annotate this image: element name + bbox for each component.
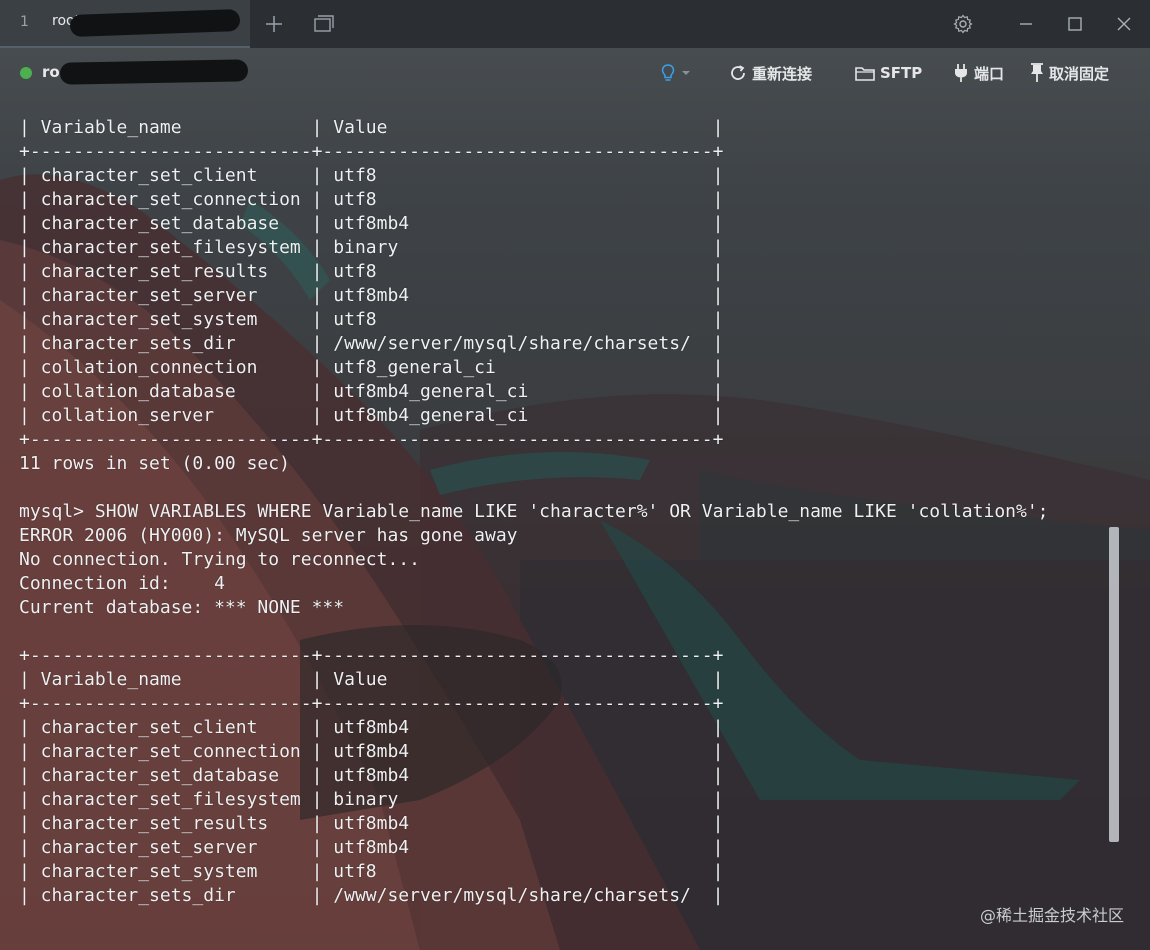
terminal-line: +--------------------------+------------… bbox=[19, 141, 724, 162]
terminal-line: | character_set_server | utf8mb4 | bbox=[19, 837, 724, 858]
terminal-line: | character_set_filesystem | binary | bbox=[19, 237, 724, 258]
watermark: @稀土掘金技术社区 bbox=[979, 906, 1124, 925]
terminal-line: | Variable_name | Value | bbox=[19, 669, 724, 690]
terminal-line: Connection id: 4 bbox=[19, 573, 225, 594]
plug-icon bbox=[955, 64, 967, 82]
sftp-button[interactable]: SFTP bbox=[855, 61, 922, 85]
maximize-button[interactable] bbox=[1059, 8, 1091, 40]
window-stack-icon bbox=[314, 15, 334, 32]
terminal-line: | collation_server | utf8mb4_general_ci … bbox=[19, 405, 724, 426]
close-icon bbox=[1117, 17, 1131, 31]
close-button[interactable] bbox=[1108, 8, 1140, 40]
plus-icon bbox=[266, 16, 282, 32]
terminal-window: 1 root@ us:~ root@1 bbox=[0, 0, 1150, 950]
terminal-line: | character_set_system | utf8 | bbox=[19, 861, 724, 882]
terminal-line: | character_set_connection | utf8mb4 | bbox=[19, 741, 724, 762]
chevron-down-icon bbox=[682, 71, 690, 75]
terminal-line: | character_set_server | utf8mb4 | bbox=[19, 285, 724, 306]
tab-index: 1 bbox=[20, 14, 29, 30]
terminal-line: | character_set_results | utf8 | bbox=[19, 261, 724, 282]
terminal-line: +--------------------------+------------… bbox=[19, 645, 724, 666]
port-label: 端口 bbox=[974, 64, 1005, 83]
reconnect-label: 重新连接 bbox=[752, 64, 813, 83]
terminal-line: | character_set_filesystem | binary | bbox=[19, 789, 724, 810]
sftp-label: SFTP bbox=[880, 64, 923, 82]
terminal-line: | Variable_name | Value | bbox=[19, 117, 724, 138]
maximize-icon bbox=[1068, 17, 1082, 31]
session-toolbar: root@1 重新连接 SFTP 端口 取消固定 bbox=[0, 48, 1150, 98]
hint-button[interactable] bbox=[660, 61, 691, 85]
title-bar: 1 root@ us:~ bbox=[0, 0, 1150, 48]
terminal-line: 11 rows in set (0.00 sec) bbox=[19, 453, 290, 474]
terminal-line: +--------------------------+------------… bbox=[19, 693, 724, 714]
port-button[interactable]: 端口 bbox=[953, 61, 1004, 85]
terminal-line: | collation_connection | utf8_general_ci… bbox=[19, 357, 724, 378]
pin-icon bbox=[1031, 63, 1043, 82]
gear-icon bbox=[953, 14, 973, 34]
tab-list-button[interactable] bbox=[308, 8, 340, 40]
terminal-line: | collation_database | utf8mb4_general_c… bbox=[19, 381, 724, 402]
redaction-mark bbox=[59, 59, 249, 85]
terminal-line: ERROR 2006 (HY000): MySQL server has gon… bbox=[19, 525, 518, 546]
terminal-line: | character_set_connection | utf8 | bbox=[19, 189, 724, 210]
terminal-line: +--------------------------+------------… bbox=[19, 429, 724, 450]
terminal-scrollbar[interactable] bbox=[1109, 527, 1119, 842]
tab-session[interactable]: 1 root@ us:~ bbox=[0, 0, 250, 48]
terminal-line: mysql> SHOW VARIABLES WHERE Variable_nam… bbox=[19, 501, 1049, 522]
terminal-output[interactable]: | Variable_name | Value | +--------------… bbox=[19, 116, 1049, 908]
reconnect-button[interactable]: 重新连接 bbox=[729, 61, 812, 85]
minimize-button[interactable] bbox=[1010, 8, 1042, 40]
terminal-line: | character_sets_dir | /www/server/mysql… bbox=[19, 333, 724, 354]
terminal-line: | character_set_database | utf8mb4 | bbox=[19, 765, 724, 786]
lightbulb-icon bbox=[661, 64, 675, 81]
terminal-line: | character_set_client | utf8 | bbox=[19, 165, 724, 186]
terminal-line: No connection. Trying to reconnect... bbox=[19, 549, 420, 570]
redaction-mark bbox=[69, 9, 241, 37]
terminal-line: | character_set_client | utf8mb4 | bbox=[19, 717, 724, 738]
settings-button[interactable] bbox=[947, 8, 979, 40]
terminal-line: | character_set_system | utf8 | bbox=[19, 309, 724, 330]
folder-icon bbox=[855, 67, 875, 81]
unpin-label: 取消固定 bbox=[1049, 64, 1110, 83]
terminal-line: | character_set_results | utf8mb4 | bbox=[19, 813, 724, 834]
terminal-line: Current database: *** NONE *** bbox=[19, 597, 345, 618]
connection-status-dot bbox=[20, 67, 32, 79]
terminal-line: | character_sets_dir | /www/server/mysql… bbox=[19, 885, 724, 906]
terminal-line: | character_set_database | utf8mb4 | bbox=[19, 213, 724, 234]
refresh-icon bbox=[731, 65, 745, 80]
unpin-button[interactable]: 取消固定 bbox=[1030, 61, 1109, 85]
minimize-icon bbox=[1020, 23, 1032, 25]
new-tab-button[interactable] bbox=[258, 8, 290, 40]
